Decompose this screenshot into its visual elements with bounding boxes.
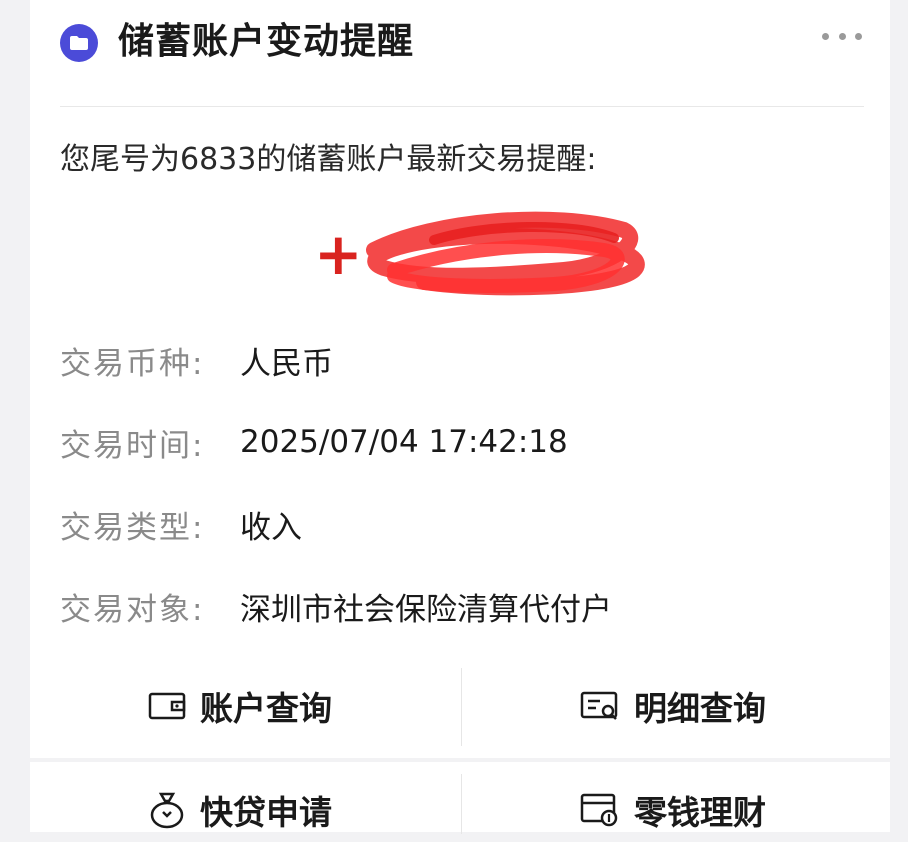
detail-label: 交易时间: — [60, 427, 205, 464]
detail-row-currency: 交易币种: 人民币 — [60, 336, 333, 384]
statement-search-icon — [580, 691, 618, 720]
wealth-button[interactable]: 零钱理财 — [580, 778, 766, 842]
quick-loan-label: 快贷申请 — [200, 793, 332, 832]
money-bag-icon — [150, 792, 184, 829]
wallet-icon — [148, 692, 186, 720]
wealth-label: 零钱理财 — [634, 793, 766, 832]
detail-value: 2025/07/04 17:42:18 — [240, 424, 568, 460]
header-divider — [60, 106, 864, 107]
action-divider — [461, 774, 462, 834]
detail-query-label: 明细查询 — [634, 689, 766, 728]
detail-query-button[interactable]: 明细查询 — [580, 674, 766, 738]
action-divider — [461, 668, 462, 746]
detail-label: 交易币种: — [60, 345, 205, 382]
quick-loan-button[interactable]: 快贷申请 — [148, 778, 332, 842]
transaction-amount: + — [314, 210, 645, 300]
notice-text: 您尾号为6833的储蓄账户最新交易提醒: — [60, 142, 597, 177]
detail-value: 深圳市社会保险清算代付户 — [240, 591, 612, 628]
detail-row-type: 交易类型: 收入 — [60, 500, 302, 548]
detail-value: 人民币 — [240, 345, 333, 382]
detail-row-time: 交易时间: 2025/07/04 17:42:18 — [60, 418, 568, 466]
detail-label: 交易类型: — [60, 509, 205, 546]
card-header: 储蓄账户变动提醒 — [30, 0, 890, 104]
notification-card: 储蓄账户变动提醒 您尾号为6833的储蓄账户最新交易提醒: + 交易币种: 人民… — [30, 0, 890, 758]
page-title: 储蓄账户变动提醒 — [118, 21, 415, 62]
detail-row-counterparty: 交易对象: 深圳市社会保险清算代付户 — [60, 582, 612, 630]
secondary-actions-card: 快贷申请 零钱理财 — [30, 762, 890, 834]
account-query-label: 账户查询 — [200, 689, 332, 728]
account-query-button[interactable]: 账户查询 — [148, 674, 332, 738]
redaction-scribble — [366, 211, 645, 296]
folder-icon — [60, 24, 98, 62]
detail-value: 收入 — [240, 509, 302, 546]
detail-label: 交易对象: — [60, 591, 205, 628]
more-options-icon[interactable] — [822, 26, 862, 46]
wealth-card-icon — [580, 793, 618, 827]
